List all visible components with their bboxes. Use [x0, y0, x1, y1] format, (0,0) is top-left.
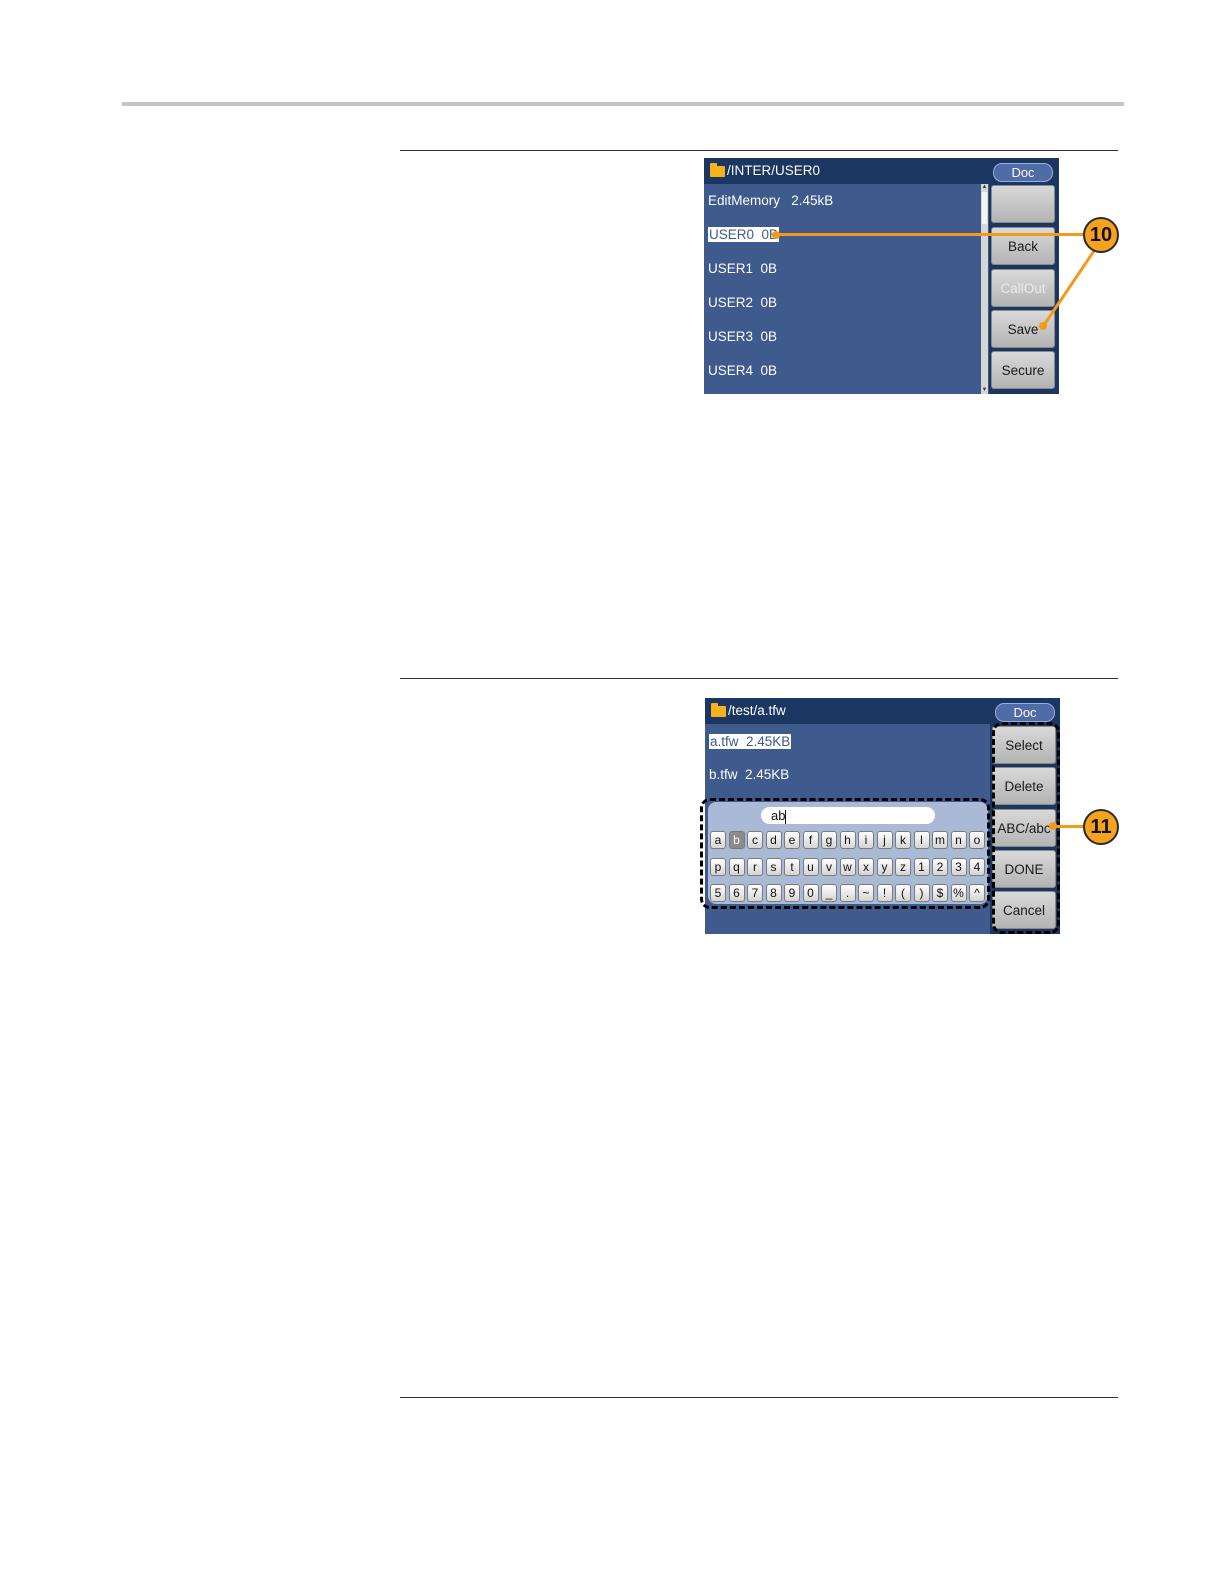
- current-path: /INTER/USER0: [727, 163, 821, 178]
- softkey-callout[interactable]: CallOut: [991, 269, 1055, 307]
- folder-icon: [710, 163, 725, 177]
- title-bar: /test/a.tfw Doc: [705, 698, 1060, 724]
- keyboard-highlight-box: [700, 798, 990, 909]
- section-divider-top: [400, 150, 1118, 151]
- doc-label: Doc: [993, 163, 1053, 182]
- callout-10-line-file: [776, 233, 1084, 236]
- page-header-rule: [122, 102, 1124, 106]
- file-row[interactable]: USER3 0B: [708, 329, 777, 344]
- softkey-secure[interactable]: Secure: [991, 351, 1055, 389]
- file-browser-screen: /INTER/USER0 Doc EditMemory 2.45kB USER0 …: [704, 158, 1059, 394]
- file-row[interactable]: a.tfw 2.45KB: [709, 734, 792, 749]
- scroll-up-arrow-icon[interactable]: ▲: [981, 184, 988, 191]
- file-list-scrollbar[interactable]: ▲ ▼: [981, 184, 988, 394]
- callout-10-badge: 10: [1083, 217, 1119, 253]
- title-bar: /INTER/USER0 Doc: [704, 158, 1059, 184]
- section-divider-bottom: [400, 1397, 1118, 1398]
- section-divider-middle: [400, 678, 1118, 679]
- current-path: /test/a.tfw: [728, 703, 786, 718]
- folder-icon: [711, 703, 726, 717]
- file-row[interactable]: EditMemory 2.45kB: [708, 193, 833, 208]
- file-row[interactable]: USER2 0B: [708, 295, 777, 310]
- scroll-thumb[interactable]: [982, 192, 987, 224]
- doc-label: Doc: [995, 703, 1055, 722]
- file-row[interactable]: USER0 0B: [708, 227, 780, 242]
- file-row[interactable]: b.tfw 2.45KB: [709, 767, 789, 782]
- softkey-panel: Back CallOut Save Secure: [989, 184, 1059, 394]
- callout-11-badge: 11: [1083, 809, 1119, 845]
- file-row[interactable]: USER1 0B: [708, 261, 777, 276]
- file-row[interactable]: USER4 0B: [708, 363, 777, 378]
- scroll-down-arrow-icon[interactable]: ▼: [981, 387, 988, 394]
- softkey-blank[interactable]: [991, 185, 1055, 223]
